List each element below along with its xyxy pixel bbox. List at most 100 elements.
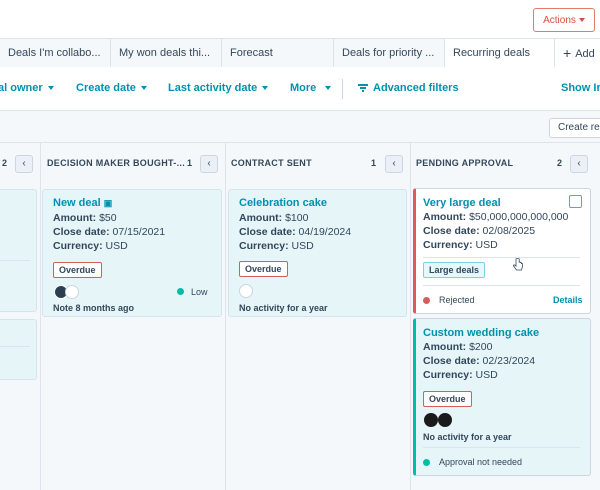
deal-card[interactable] <box>0 189 37 312</box>
priority-label: Low <box>191 287 208 297</box>
approval-status: Approval not needed <box>439 457 523 467</box>
status-dot <box>423 459 430 466</box>
card-divider <box>0 260 30 261</box>
tab-my-won-deals[interactable]: My won deals thi... <box>111 39 222 67</box>
deal-owner-filter[interactable]: al owner <box>0 82 54 94</box>
tab-deals-collaborating[interactable]: Deals I'm collabo... <box>0 39 111 67</box>
overdue-badge: Overdue <box>239 261 288 277</box>
filter-label: Last activity date <box>168 82 258 94</box>
last-activity: No activity for a year <box>239 303 328 313</box>
pipeline-column-decision-maker: DECISION MAKER BOUGHT-... 1 ‹ New deal ▣… <box>41 143 226 490</box>
collapse-column-button[interactable]: ‹ <box>570 155 588 173</box>
deal-close-date: Close date: 02/23/2024 <box>423 355 536 367</box>
deal-name[interactable]: Very large deal <box>423 197 501 209</box>
card-divider <box>423 285 580 286</box>
tab-forecast[interactable]: Forecast <box>222 39 334 67</box>
deal-amount: Amount: $100 <box>239 212 309 224</box>
tab-recurring-deals[interactable]: Recurring deals <box>445 39 555 67</box>
tab-label: Deals for priority ... <box>342 47 435 59</box>
deal-name[interactable]: New deal ▣ <box>53 197 112 209</box>
column-title: DECISION MAKER BOUGHT-... <box>47 158 186 168</box>
add-view-label: Add <box>575 48 595 60</box>
status-dot <box>423 297 430 304</box>
more-filter[interactable]: More <box>290 82 332 94</box>
priority-dot <box>177 288 184 295</box>
deal-amount: Amount: $200 <box>423 341 493 353</box>
filter-label: Create date <box>76 82 136 94</box>
column-count: 2 <box>2 158 8 168</box>
deal-amount: Amount: $50,000,000,000,000 <box>423 211 569 223</box>
chevron-down-icon <box>140 86 147 90</box>
chevron-down-icon <box>325 86 332 90</box>
deal-card[interactable]: Celebration cake Amount: $100 Close date… <box>228 189 407 317</box>
card-divider <box>423 447 580 448</box>
last-activity: Note 8 months ago <box>53 303 135 313</box>
deal-board: 2 ‹ DECISION MAKER BOUGHT-... 1 ‹ New de… <box>0 143 600 490</box>
tab-label: Deals I'm collabo... <box>8 47 101 59</box>
pipeline-column: 2 ‹ <box>0 143 41 490</box>
column-header: DECISION MAKER BOUGHT-... 1 ‹ <box>41 143 225 183</box>
deal-amount: Amount: $50 <box>53 212 117 224</box>
view-tabs: Deals I'm collabo... My won deals thi...… <box>0 38 600 67</box>
avatar[interactable] <box>438 413 452 427</box>
column-count: 1 <box>187 158 193 168</box>
last-activity-date-filter[interactable]: Last activity date <box>168 82 269 94</box>
filter-bar: al owner Create date Last activity date … <box>0 67 600 111</box>
chevron-down-icon <box>578 18 585 22</box>
avatar[interactable] <box>239 284 253 298</box>
card-divider <box>423 257 580 258</box>
filter-label: al owner <box>0 82 43 94</box>
chevron-down-icon <box>47 86 54 90</box>
column-title: CONTRACT SENT <box>231 158 312 168</box>
create-date-filter[interactable]: Create date <box>76 82 147 94</box>
deal-card[interactable]: Very large deal Amount: $50,000,000,000,… <box>413 188 591 314</box>
actions-button[interactable]: Actions <box>533 8 595 32</box>
avatar[interactable] <box>65 285 79 299</box>
column-header: PENDING APPROVAL 2 ‹ <box>411 143 600 183</box>
deal-card[interactable]: New deal ▣ Amount: $50 Close date: 07/15… <box>42 189 222 317</box>
pipeline-column-contract-sent: CONTRACT SENT 1 ‹ Celebration cake Amoun… <box>226 143 411 490</box>
create-report-button[interactable]: Create rep <box>549 118 600 138</box>
collapse-column-button[interactable]: ‹ <box>385 155 403 173</box>
deal-card[interactable] <box>0 319 37 380</box>
collapse-column-button[interactable]: ‹ <box>15 155 33 173</box>
collapse-column-button[interactable]: ‹ <box>200 155 218 173</box>
actions-label: Actions <box>543 14 576 26</box>
pipeline-column-pending-approval: PENDING APPROVAL 2 ‹ Very large deal Amo… <box>411 143 600 490</box>
deal-card[interactable]: Custom wedding cake Amount: $200 Close d… <box>413 318 591 476</box>
column-count: 2 <box>557 158 563 168</box>
deal-currency: Currency: USD <box>53 240 128 252</box>
column-title: PENDING APPROVAL <box>416 158 514 168</box>
tab-label: Forecast <box>230 47 273 59</box>
tab-label: Recurring deals <box>453 47 531 59</box>
deal-close-date: Close date: 04/19/2024 <box>239 226 352 238</box>
overdue-badge: Overdue <box>53 262 102 278</box>
deal-close-date: Close date: 07/15/2021 <box>53 226 166 238</box>
deal-name-text: New deal <box>53 197 101 209</box>
top-bar: Actions <box>0 0 600 38</box>
select-checkbox[interactable] <box>569 195 582 208</box>
deal-currency: Currency: USD <box>423 239 498 251</box>
deal-tag[interactable]: Large deals <box>423 262 486 278</box>
deal-currency: Currency: USD <box>423 369 498 381</box>
filter-divider <box>342 79 343 99</box>
deal-close-date: Close date: 02/08/2025 <box>423 225 536 237</box>
deal-name[interactable]: Custom wedding cake <box>423 327 539 339</box>
deal-name[interactable]: Celebration cake <box>239 197 327 209</box>
last-activity: No activity for a year <box>423 432 512 442</box>
filter-label: More <box>290 82 317 94</box>
add-view-button[interactable]: + Add <box>555 39 600 67</box>
overdue-badge: Overdue <box>423 391 472 407</box>
tab-deals-priority[interactable]: Deals for priority ... <box>334 39 445 67</box>
show-insights-button[interactable]: Show Ir <box>561 82 600 94</box>
filter-label: Show Ir <box>561 82 600 94</box>
column-count: 1 <box>371 158 377 168</box>
avatar[interactable] <box>424 413 438 427</box>
details-link[interactable]: Details <box>553 295 583 305</box>
plus-icon: + <box>563 45 572 61</box>
card-divider <box>0 346 30 347</box>
chevron-down-icon <box>262 86 269 90</box>
filter-icon <box>358 84 368 92</box>
preview-icon: ▣ <box>103 198 113 208</box>
advanced-filters-button[interactable]: Advanced filters <box>358 82 459 94</box>
